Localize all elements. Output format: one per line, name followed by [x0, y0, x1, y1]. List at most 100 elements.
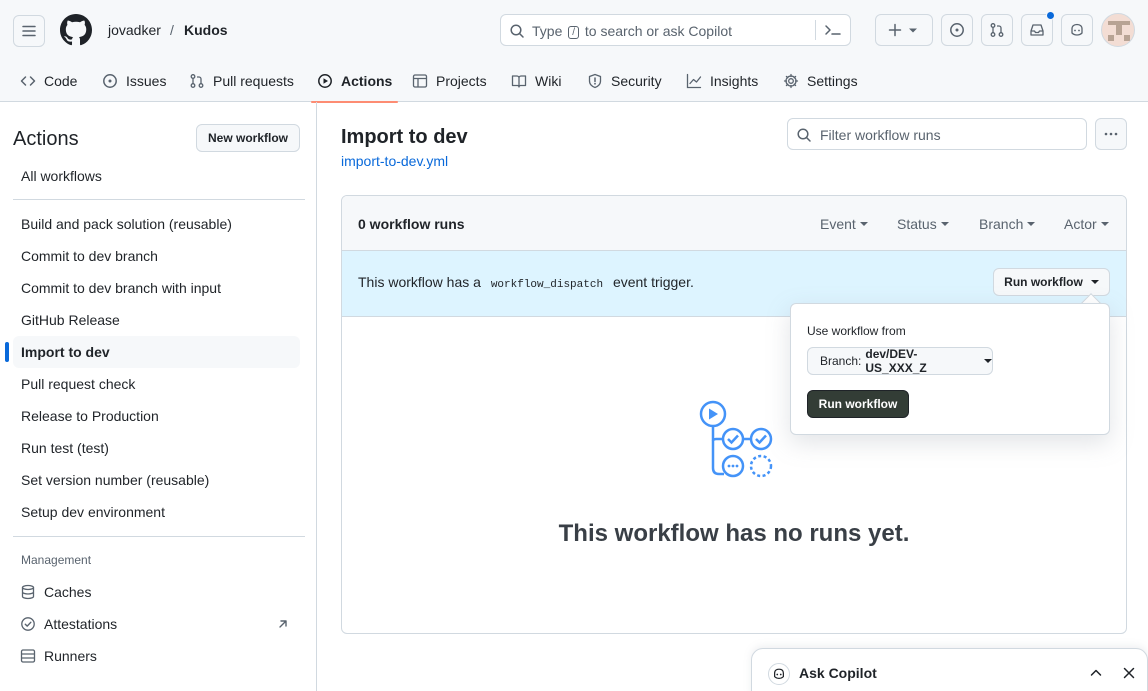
identicon-icon: [1108, 21, 1130, 41]
close-icon[interactable]: [1121, 665, 1137, 681]
sidebar-title: Actions: [13, 128, 79, 150]
status-filter-dropdown[interactable]: Status: [897, 216, 949, 232]
run-workflow-dropdown-button[interactable]: Run workflow: [993, 268, 1110, 296]
empty-state-message: This workflow has no runs yet.: [558, 520, 910, 547]
actor-filter-dropdown[interactable]: Actor: [1064, 216, 1109, 232]
tab-code[interactable]: Code: [20, 60, 77, 102]
user-avatar[interactable]: [1101, 13, 1135, 47]
plus-icon: [888, 23, 902, 37]
caret-down-icon: [1090, 280, 1099, 284]
tab-wiki[interactable]: Wiki: [511, 60, 561, 102]
copilot-chat-button[interactable]: [1061, 14, 1093, 46]
workflow-item[interactable]: Set version number (reusable): [13, 464, 300, 496]
branch-select-button[interactable]: Branch: dev/DEV-US_XXX_Z: [807, 347, 993, 375]
tab-label: Security: [611, 73, 662, 89]
more-options-button[interactable]: [1095, 118, 1127, 150]
search-placeholder: Type / to search or ask Copilot: [532, 23, 732, 39]
repo-header: jovadker / Kudos Type / to search or ask…: [0, 0, 1148, 103]
workflow-runs-count: 0 workflow runs: [358, 216, 465, 232]
kebab-horizontal-icon: [1104, 132, 1118, 136]
workflow-file-link[interactable]: import-to-dev.yml: [341, 153, 448, 169]
table-icon: [412, 74, 428, 88]
tab-insights[interactable]: Insights: [686, 60, 758, 102]
workflow-title: Import to dev: [341, 126, 468, 148]
tab-settings[interactable]: Settings: [783, 60, 858, 102]
tab-label: Insights: [710, 73, 759, 89]
workflow-item[interactable]: Setup dev environment: [13, 496, 300, 528]
tab-label: Code: [44, 73, 78, 89]
unread-notification-dot: [1046, 11, 1055, 20]
branch-name: dev/DEV-US_XXX_Z: [865, 347, 927, 375]
tab-label: Pull requests: [213, 73, 294, 89]
sidebar-item-runners[interactable]: Runners: [13, 640, 300, 672]
your-issues-button[interactable]: [941, 14, 973, 46]
tab-security[interactable]: Security: [587, 60, 662, 102]
tab-issues[interactable]: Issues: [102, 60, 166, 102]
git-pull-request-icon: [190, 74, 204, 88]
server-icon: [20, 649, 36, 663]
workflow-illustration-icon: [699, 400, 773, 478]
git-pull-request-icon: [990, 23, 1004, 37]
breadcrumb-owner[interactable]: jovadker: [108, 22, 161, 38]
caret-down-icon: [940, 222, 949, 226]
ask-copilot-panel[interactable]: Ask Copilot: [751, 648, 1148, 691]
your-pull-requests-button[interactable]: [981, 14, 1013, 46]
event-filter-dropdown[interactable]: Event: [820, 216, 868, 232]
workflow-item-selected[interactable]: Import to dev: [5, 336, 300, 368]
tab-label: Issues: [126, 73, 167, 89]
tab-label: Wiki: [535, 73, 562, 89]
run-workflow-button[interactable]: Run workflow: [807, 390, 909, 418]
workflow-item[interactable]: GitHub Release: [13, 304, 300, 336]
search-icon: [797, 128, 811, 142]
sidebar-item-label: Caches: [44, 584, 92, 600]
tab-pull-requests[interactable]: Pull requests: [189, 60, 294, 102]
tab-label: Actions: [341, 73, 393, 89]
use-workflow-from-label: Use workflow from: [807, 324, 906, 338]
caret-down-icon: [1027, 222, 1036, 226]
issue-opened-icon: [950, 23, 964, 37]
gear-icon: [783, 73, 799, 89]
sidebar-item-label: Runners: [44, 648, 97, 664]
tab-label: Settings: [807, 73, 858, 89]
github-logo-icon[interactable]: [60, 14, 92, 46]
workflow-item[interactable]: Commit to dev branch with input: [13, 272, 300, 304]
repo-nav-tabs: Code Issues Pull requests Actions Projec…: [0, 60, 1148, 103]
sidebar-item-attestations[interactable]: Attestations: [13, 608, 300, 640]
verified-icon: [21, 617, 35, 631]
workflows-sidebar: Actions New workflow All workflows Build…: [0, 102, 317, 691]
workflow-item[interactable]: Build and pack solution (reusable): [13, 208, 300, 240]
sidebar-item-caches[interactable]: Caches: [13, 576, 300, 608]
book-icon: [511, 75, 527, 88]
database-icon: [21, 584, 35, 600]
chevron-up-icon[interactable]: [1088, 665, 1104, 681]
sidebar-divider: [13, 199, 305, 200]
arrow-up-right-icon: [279, 620, 287, 628]
graph-icon: [686, 73, 702, 89]
workflow-item[interactable]: Run test (test): [13, 432, 300, 464]
copilot-icon: [768, 663, 790, 685]
sidebar-divider: [13, 536, 305, 537]
search-shortcut-key: /: [568, 26, 580, 39]
hamburger-icon: [22, 25, 36, 37]
management-heading: Management: [21, 553, 92, 567]
breadcrumb-repo[interactable]: Kudos: [184, 22, 228, 38]
search-input[interactable]: Type / to search or ask Copilot: [500, 14, 851, 46]
sidebar-item-all-workflows[interactable]: All workflows: [13, 160, 300, 192]
issue-opened-icon: [103, 74, 117, 88]
caret-down-icon: [859, 222, 868, 226]
caret-down-icon: [984, 359, 992, 363]
filter-workflow-runs-input[interactable]: Filter workflow runs: [787, 118, 1087, 150]
new-workflow-button[interactable]: New workflow: [196, 124, 300, 152]
runs-header: 0 workflow runs Event Status Branch Acto…: [342, 196, 1126, 251]
workflow-item[interactable]: Pull request check: [13, 368, 300, 400]
play-icon: [318, 74, 332, 88]
branch-filter-dropdown[interactable]: Branch: [979, 216, 1036, 232]
triangle-down-icon: [909, 28, 917, 33]
tab-actions[interactable]: Actions: [310, 60, 399, 103]
tab-projects[interactable]: Projects: [412, 60, 487, 102]
create-new-button[interactable]: [875, 14, 933, 46]
workflow-item[interactable]: Release to Production: [13, 400, 300, 432]
workflow-item[interactable]: Commit to dev branch: [13, 240, 300, 272]
command-palette-icon[interactable]: [824, 22, 842, 38]
menu-button[interactable]: [13, 15, 45, 47]
